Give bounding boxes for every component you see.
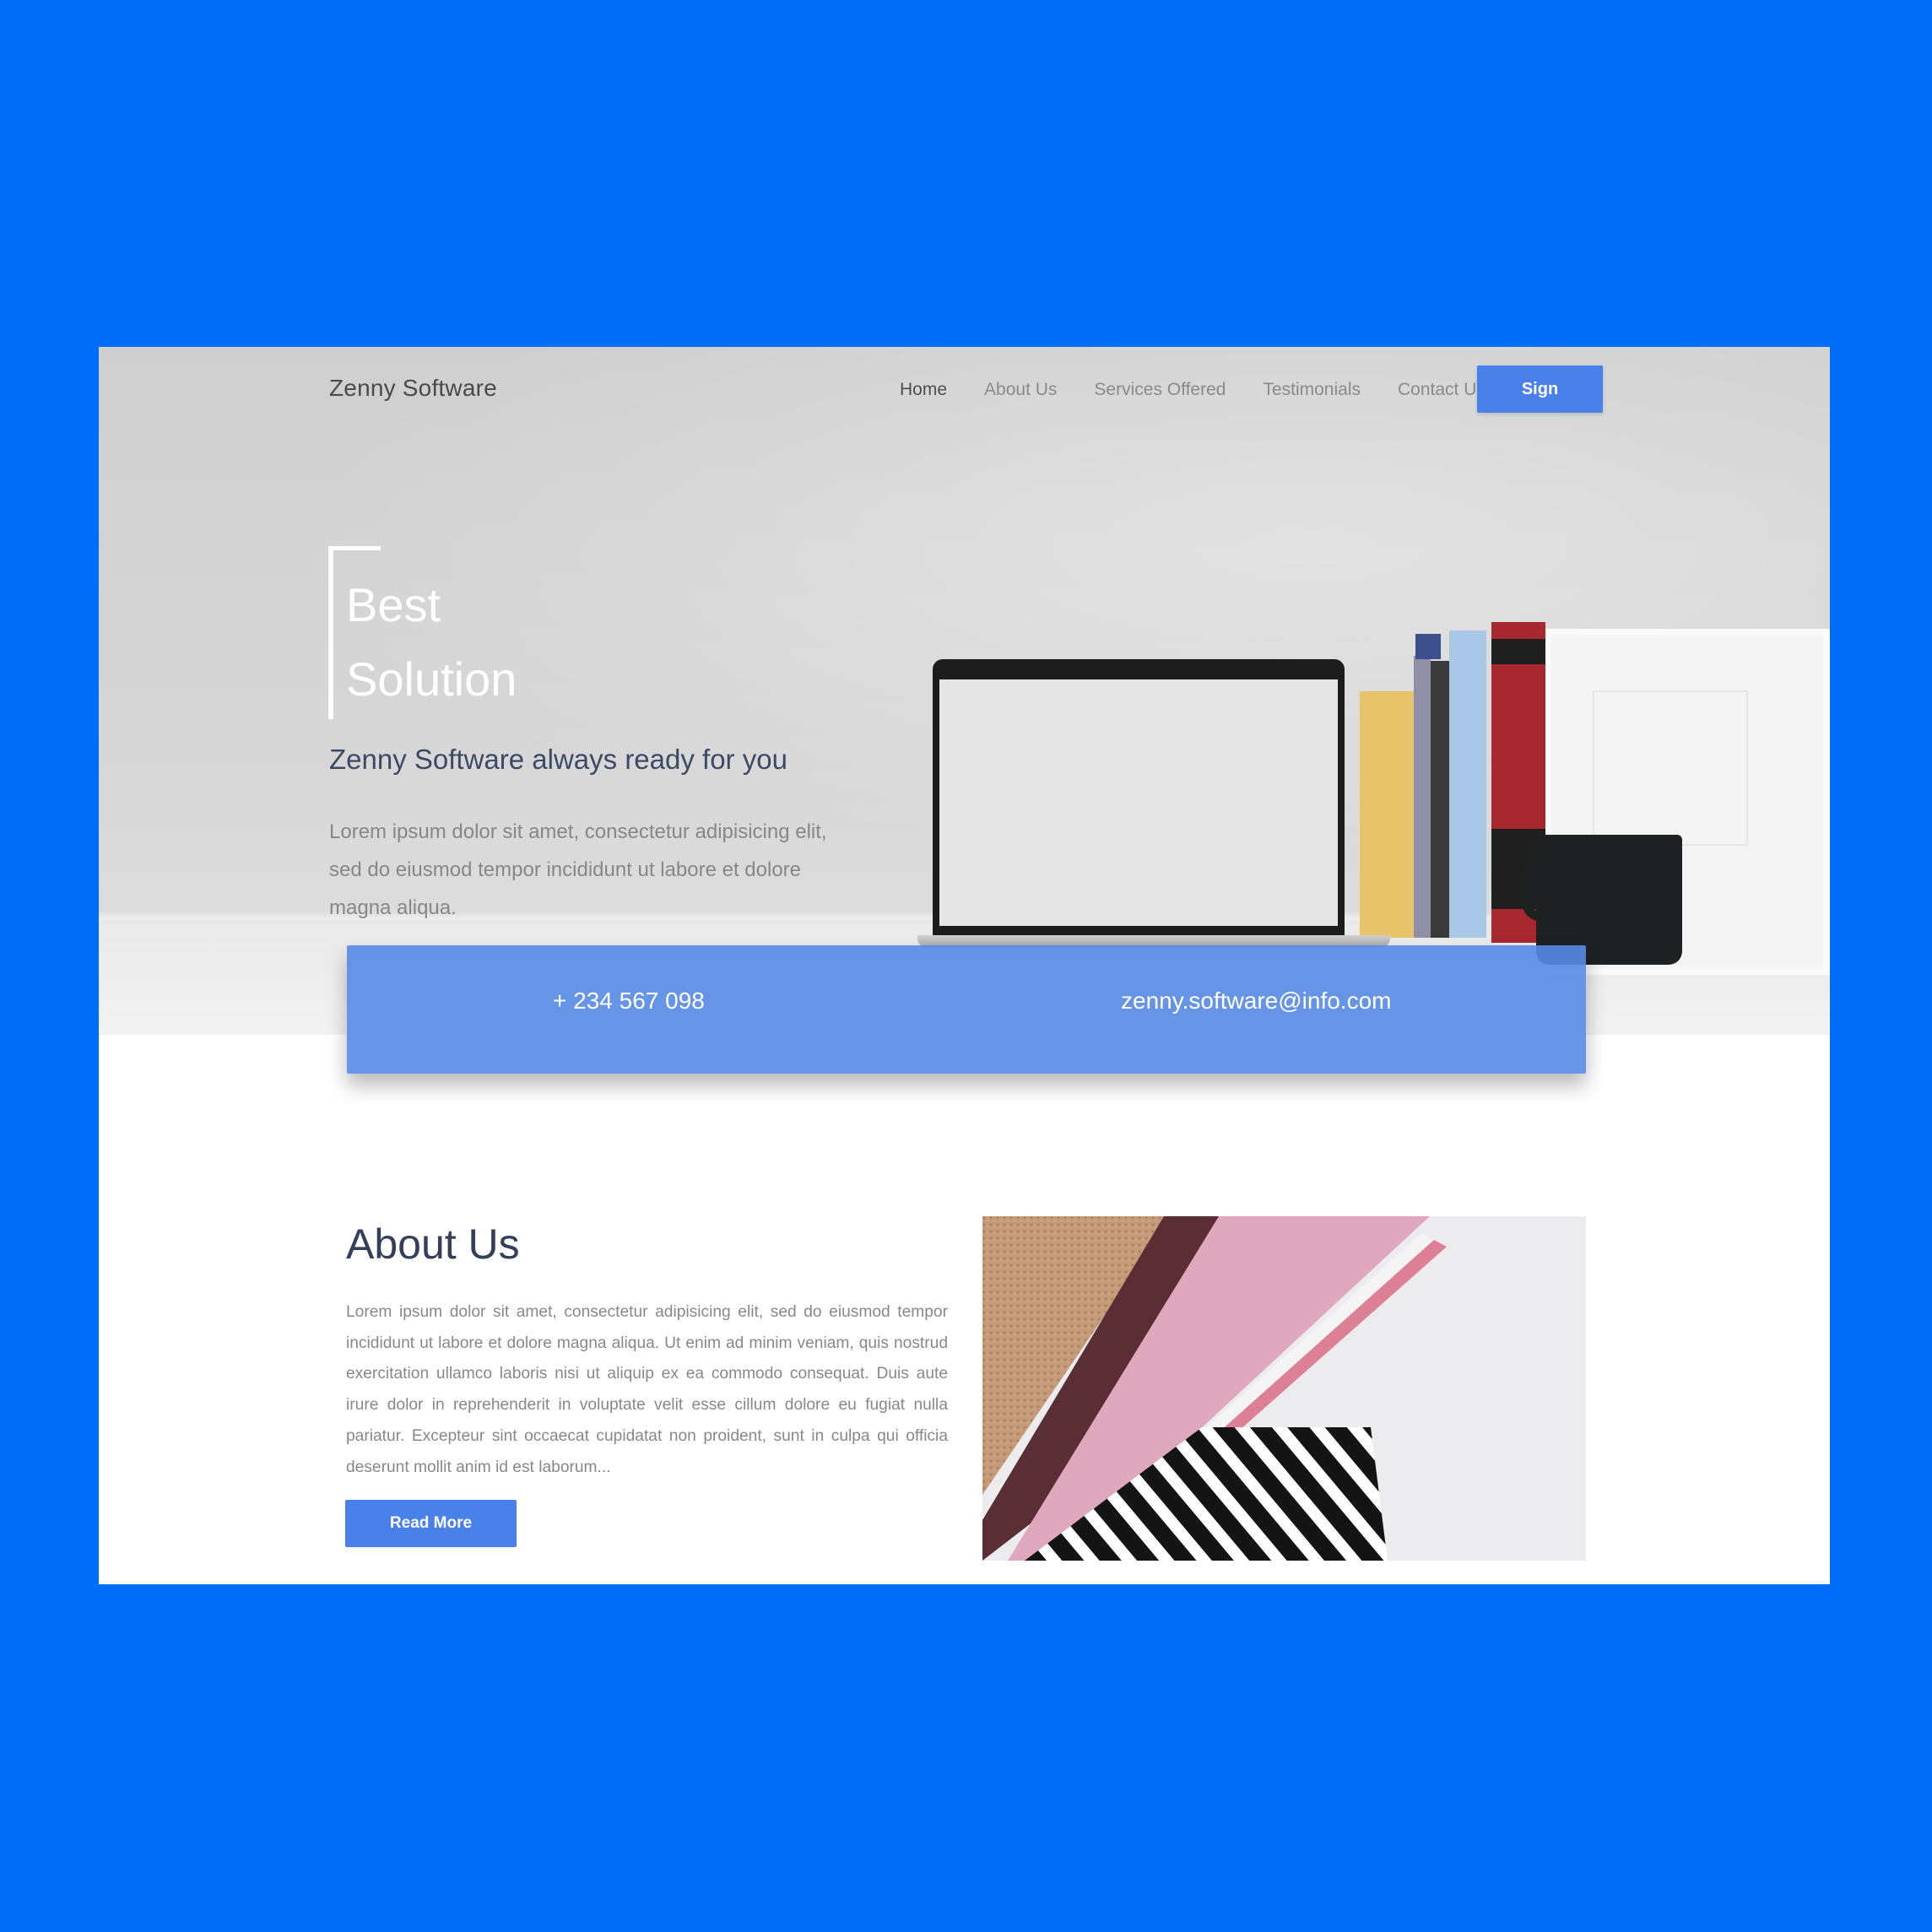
nav-services-offered[interactable]: Services Offered bbox=[1094, 371, 1226, 400]
hero-title: Best Solution bbox=[346, 568, 517, 717]
nav-testimonials[interactable]: Testimonials bbox=[1263, 371, 1361, 400]
brand-logo[interactable]: Zenny Software bbox=[329, 375, 497, 402]
hero-title-line1: Best bbox=[346, 578, 441, 631]
mug-handle bbox=[1523, 857, 1556, 921]
laptop-image bbox=[933, 659, 1345, 936]
about-description: Lorem ipsum dolor sit amet, consectetur … bbox=[346, 1303, 948, 1476]
notebooks-image bbox=[982, 1216, 1586, 1561]
book-navy bbox=[1415, 634, 1441, 659]
book-black bbox=[1431, 661, 1449, 938]
nav-about-us[interactable]: About Us bbox=[984, 371, 1057, 400]
about-title: About Us bbox=[346, 1220, 520, 1268]
book-grey bbox=[1414, 656, 1431, 938]
hero-title-line2: Solution bbox=[346, 652, 517, 706]
read-more-button[interactable]: Read More bbox=[345, 1500, 517, 1547]
email-address[interactable]: zenny.software@info.com bbox=[1121, 988, 1391, 1015]
phone-number[interactable]: + 234 567 098 bbox=[553, 988, 705, 1015]
sign-button[interactable]: Sign bbox=[1477, 365, 1603, 413]
main-nav: Home About Us Services Offered Testimoni… bbox=[900, 371, 1523, 400]
book-lightblue bbox=[1449, 630, 1486, 938]
landing-page: Zenny Software Home About Us Services Of… bbox=[99, 347, 1830, 1584]
hero-description: Lorem ipsum dolor sit amet, consectetur … bbox=[329, 820, 827, 919]
nav-contact-us[interactable]: Contact Us bbox=[1398, 371, 1486, 400]
nav-home[interactable]: Home bbox=[900, 371, 947, 400]
hero-section: Zenny Software Home About Us Services Of… bbox=[99, 347, 1830, 1035]
contact-strip: + 234 567 098 zenny.software@info.com bbox=[347, 945, 1586, 1074]
book-yellow bbox=[1360, 691, 1414, 938]
hero-subtitle: Zenny Software always ready for you bbox=[329, 744, 787, 775]
